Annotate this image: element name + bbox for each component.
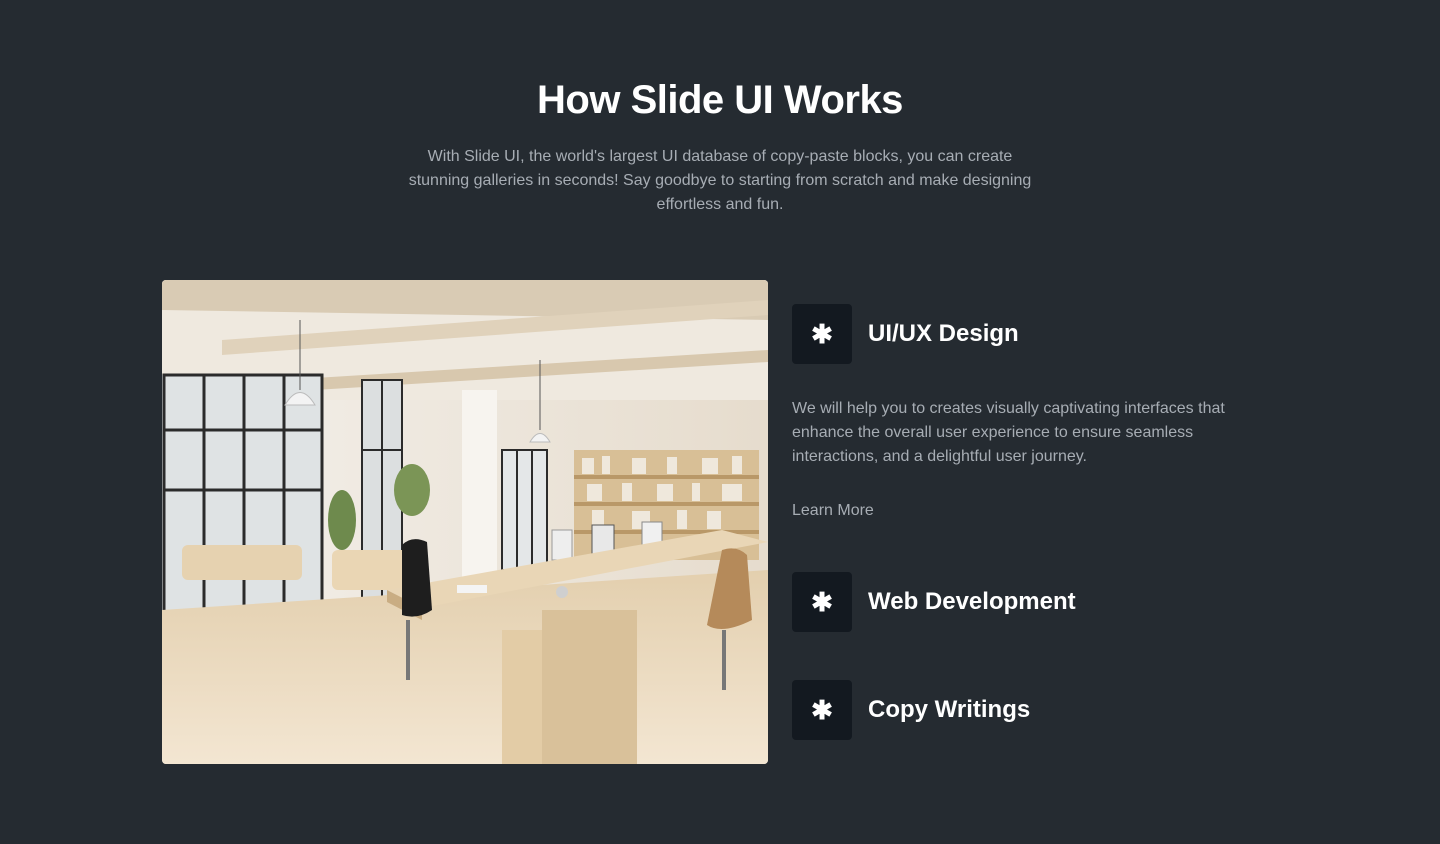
asterisk-icon: ✱ [792, 572, 852, 632]
learn-more-link[interactable]: Learn More [792, 502, 874, 520]
feature-title[interactable]: UI/UX Design [868, 320, 1019, 348]
section-title: How Slide UI Works [537, 78, 903, 122]
office-interior-illustration [162, 280, 768, 764]
section-subtitle: With Slide UI, the world's largest UI da… [408, 148, 1032, 213]
asterisk-icon: ✱ [792, 304, 852, 364]
office-photo [162, 280, 768, 764]
feature-title[interactable]: Web Development [868, 588, 1076, 616]
feature-web-development[interactable]: ✱ Web Development [792, 572, 1076, 632]
asterisk-icon: ✱ [792, 680, 852, 740]
feature-ui-ux-design[interactable]: ✱ UI/UX Design [792, 304, 1019, 364]
feature-title[interactable]: Copy Writings [868, 696, 1030, 724]
feature-copy-writings[interactable]: ✱ Copy Writings [792, 680, 1030, 740]
feature-description: We will help you to creates visually cap… [792, 400, 1225, 465]
